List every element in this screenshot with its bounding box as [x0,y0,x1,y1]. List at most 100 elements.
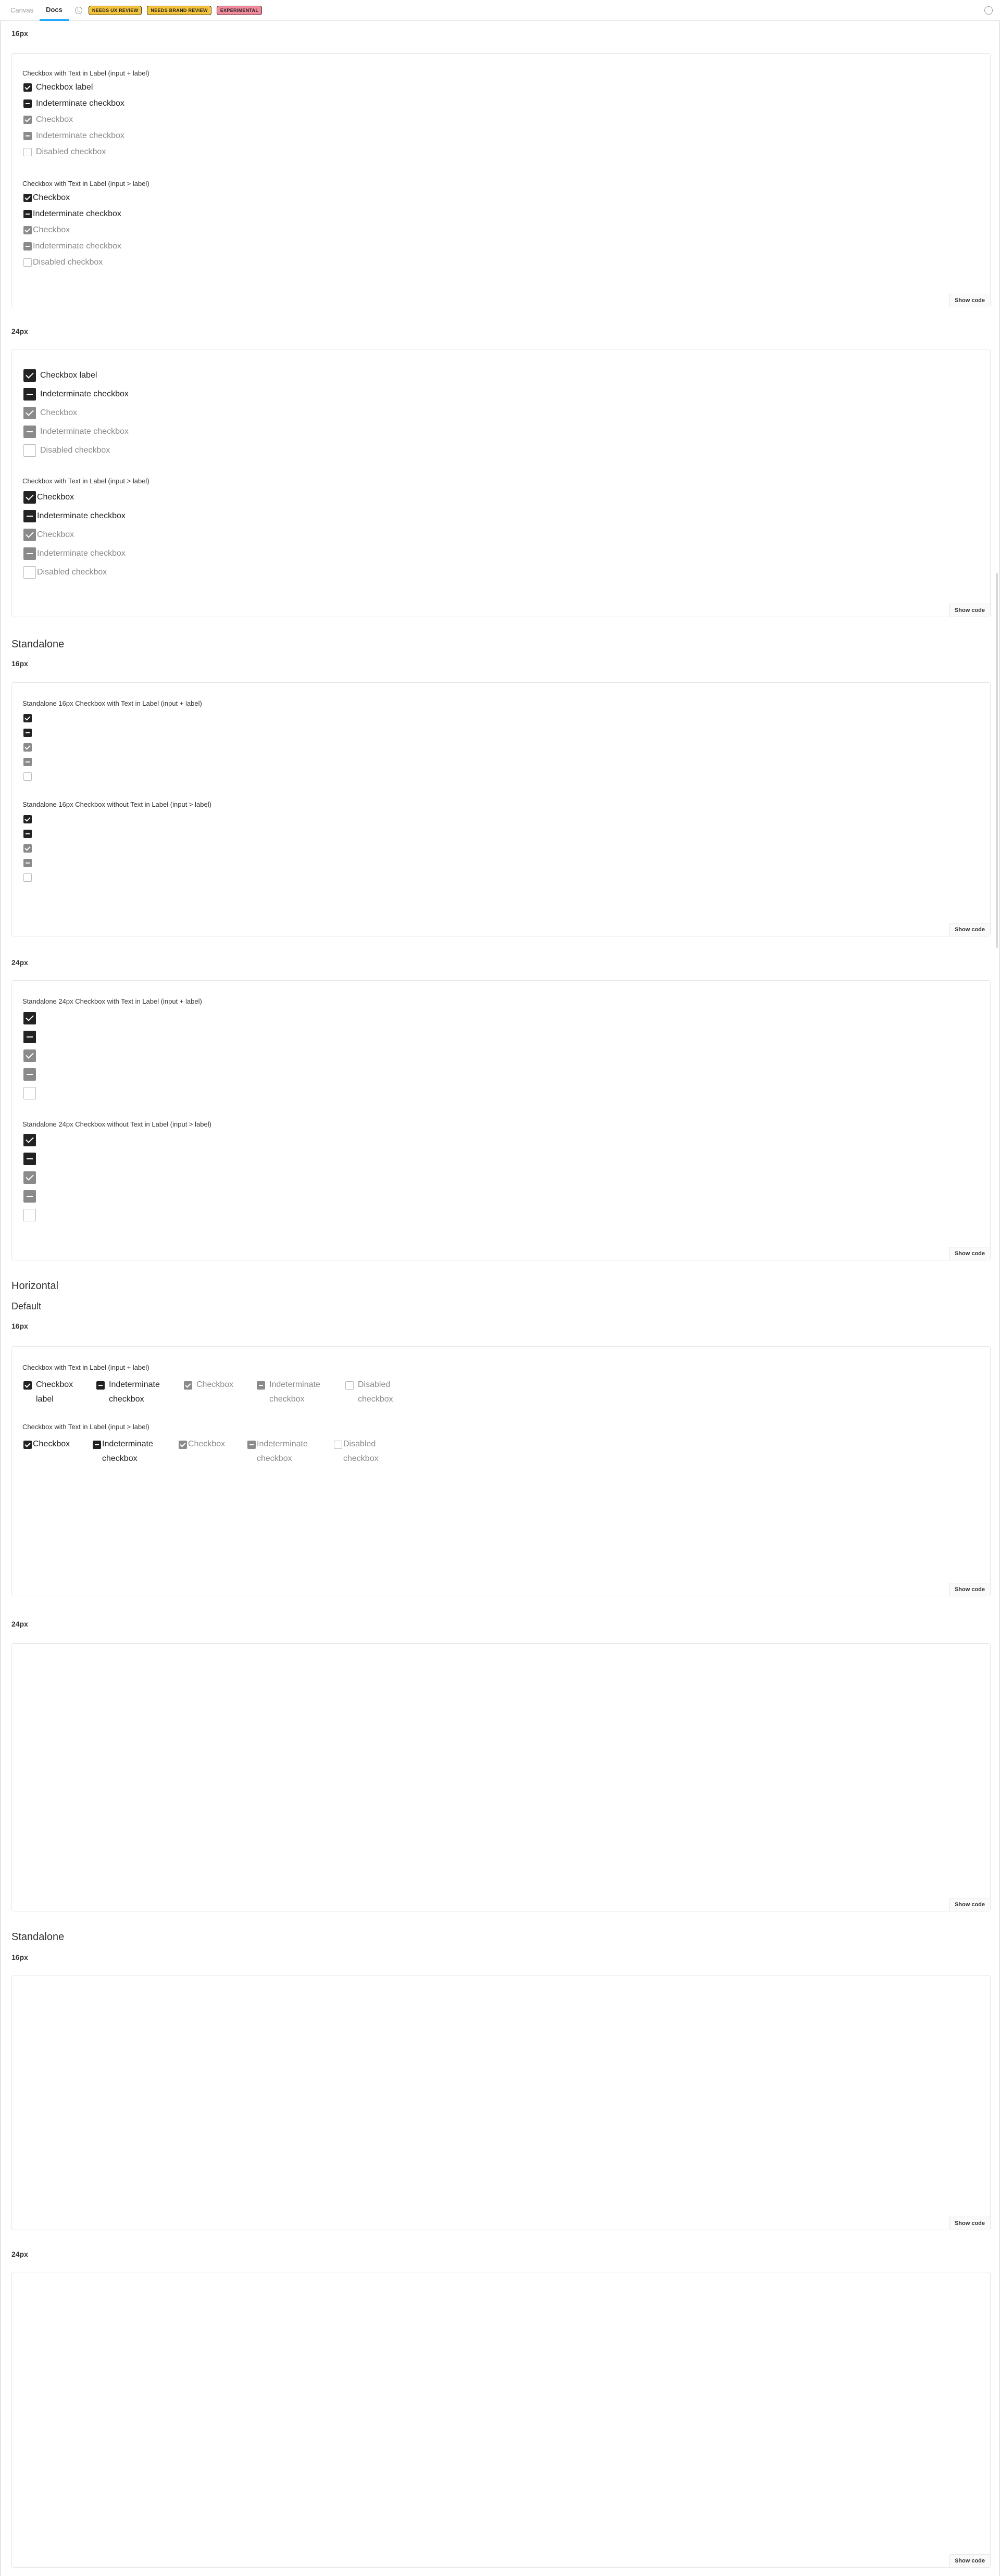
checkbox-indeterminate[interactable] [23,510,36,522]
checkbox-item: Disabled checkbox [23,444,110,457]
show-code-button[interactable]: Show code [948,1898,990,1911]
show-code-button[interactable]: Show code [948,2217,990,2230]
checkbox-item[interactable]: Indeterminate checkbox [23,510,126,522]
checkbox-item[interactable] [23,1012,36,1024]
checkbox-disabled-indeterminate [257,1381,265,1390]
info-icon[interactable] [74,6,82,14]
checkbox-disabled [23,1209,36,1221]
checkbox-checked[interactable] [23,815,32,823]
show-code-button[interactable]: Show code [948,923,990,936]
preview-box-16: Checkbox with Text in Label (input + lab… [11,53,991,307]
checkbox-item[interactable] [23,830,32,838]
group-title: Checkbox with Text in Label (input > lab… [22,477,149,485]
group-title: Standalone 24px Checkbox with Text in La… [22,997,202,1005]
scrollbar[interactable] [996,573,998,948]
checkbox-disabled-indeterminate [247,1441,256,1449]
checkbox-item[interactable] [23,1134,36,1146]
checkbox-indeterminate[interactable] [23,1031,36,1043]
checkbox-item[interactable]: Checkbox label [23,1380,86,1407]
checkbox-indeterminate[interactable] [93,1441,101,1449]
checkbox-item[interactable] [23,1031,36,1043]
checkbox-item[interactable]: Checkbox [23,1440,86,1452]
checkbox-item [23,1209,36,1221]
show-code-button[interactable]: Show code [948,294,990,307]
checkbox-disabled-indeterminate [23,547,36,560]
checkbox-item [23,1049,36,1062]
checkbox-item [23,1068,36,1081]
checkbox-item[interactable]: Indeterminate checkbox [96,1380,174,1407]
checkbox-label: Indeterminate checkbox [269,1380,320,1404]
checkbox-label: Indeterminate checkbox [102,1440,153,1463]
checkbox-item [23,1190,36,1203]
show-code-button[interactable]: Show code [948,1583,990,1596]
checkbox-label: Indeterminate checkbox [36,131,124,140]
size-heading-16: 16px [11,29,28,37]
checkbox-disabled [23,566,36,579]
group-title: Checkbox with Text in Label (input + lab… [22,69,149,77]
group-title: Checkbox with Text in Label (input + lab… [22,1364,149,1371]
checkbox-checked[interactable] [23,194,32,202]
checkbox-item[interactable]: Indeterminate checkbox [93,1440,173,1466]
preview-box-horizontal-16: Checkbox with Text in Label (input + lab… [11,1346,991,1596]
checkbox-item[interactable]: Checkbox [23,193,70,203]
group-title: Standalone 16px Checkbox without Text in… [22,801,211,808]
checkbox-checked[interactable] [23,83,32,92]
checkbox-item[interactable]: Checkbox [23,491,74,504]
checkbox-disabled-indeterminate [23,859,32,867]
checkbox-item[interactable]: Indeterminate checkbox [23,99,124,108]
checkbox-item[interactable] [23,1153,36,1165]
checkbox-indeterminate[interactable] [23,210,32,218]
checkbox-label: Indeterminate checkbox [40,427,129,436]
checkbox-disabled-checked [184,1381,192,1390]
checkbox-disabled [23,148,32,156]
checkbox-item[interactable] [23,729,32,737]
size-heading-24: 24px [11,1620,28,1628]
checkbox-disabled-checked [23,743,32,752]
checkbox-item[interactable]: Checkbox label [23,83,93,92]
docs-panel: 16px Checkbox with Text in Label (input … [0,21,1000,2576]
checkbox-label: Checkbox label [40,371,97,380]
toolbar: Canvas Docs NEEDS UX REVIEW NEEDS BRAND … [0,0,1000,21]
checkbox-indeterminate[interactable] [96,1381,105,1390]
show-code-button[interactable]: Show code [948,604,990,617]
checkbox-disabled-checked [23,1049,36,1062]
checkbox-indeterminate[interactable] [23,830,32,838]
checkbox-label: Disabled checkbox [343,1440,379,1463]
checkbox-checked[interactable] [23,714,32,722]
checkbox-disabled-checked [23,116,32,124]
checkbox-label: Disabled checkbox [358,1380,393,1404]
checkbox-checked[interactable] [23,491,36,504]
tab-canvas[interactable]: Canvas [4,0,40,21]
checkbox-label: Checkbox [37,493,74,502]
preview-box-24: Checkbox label Indeterminate checkbox Ch… [11,349,991,617]
badge-experimental: EXPERIMENTAL [216,5,262,15]
checkbox-checked[interactable] [23,369,36,382]
checkbox-disabled-checked [23,1171,36,1184]
checkbox-checked[interactable] [23,1134,36,1146]
checkbox-item [23,859,32,867]
checkbox-disabled-indeterminate [23,132,32,140]
settings-icon[interactable] [984,6,993,15]
checkbox-item: Indeterminate checkbox [257,1380,335,1407]
checkbox-item[interactable] [23,714,32,722]
checkbox-checked[interactable] [23,1381,32,1390]
checkbox-label: Indeterminate checkbox [40,390,129,398]
checkbox-indeterminate[interactable] [23,99,32,108]
checkbox-item[interactable]: Indeterminate checkbox [23,388,129,401]
checkbox-checked[interactable] [23,1441,32,1449]
checkbox-item[interactable]: Indeterminate checkbox [23,209,121,219]
checkbox-indeterminate[interactable] [23,729,32,737]
checkbox-checked[interactable] [23,1012,36,1024]
checkbox-item[interactable]: Checkbox label [23,369,97,382]
show-code-button[interactable]: Show code [948,2554,990,2567]
preview-box-horizontal-standalone-24: Show code [11,2272,991,2568]
section-heading-standalone: Standalone [11,1931,65,1943]
checkbox-indeterminate[interactable] [23,388,36,401]
checkbox-disabled-checked [23,844,32,853]
tab-docs[interactable]: Docs [40,0,69,21]
checkbox-disabled-indeterminate [23,242,32,251]
checkbox-label: Checkbox [33,226,70,234]
checkbox-indeterminate[interactable] [23,1153,36,1165]
show-code-button[interactable]: Show code [948,1247,990,1260]
checkbox-item[interactable] [23,815,32,823]
